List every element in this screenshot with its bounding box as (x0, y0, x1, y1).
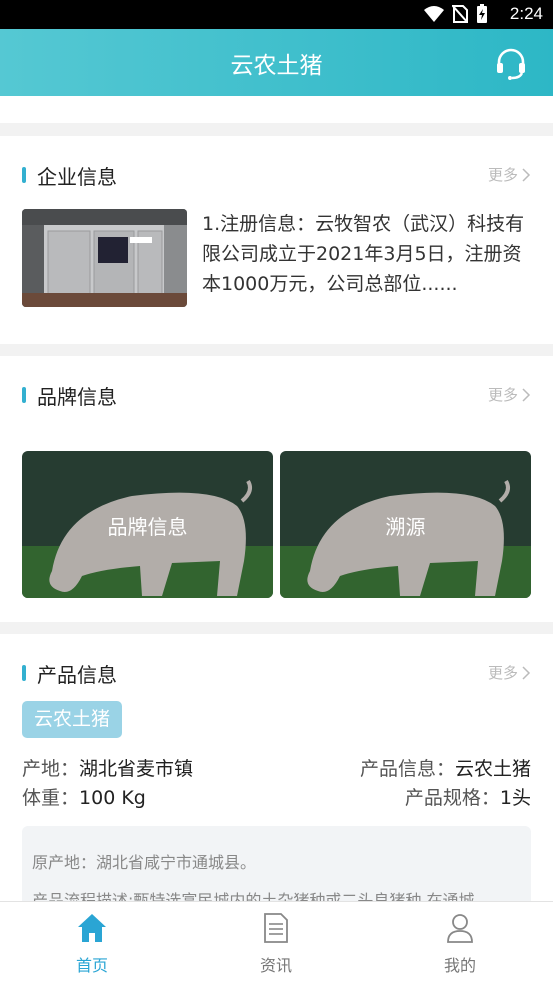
enterprise-header: 企业信息 更多 (22, 161, 531, 191)
chevron-right-icon (522, 387, 531, 402)
news-icon (264, 913, 288, 943)
more-label: 更多 (487, 166, 518, 184)
trace-tile[interactable]: 溯源 (280, 451, 531, 598)
chevron-right-icon (522, 665, 531, 680)
product-info-row: 产地：湖北省麦市镇 产品信息：云农土猪 (22, 754, 531, 781)
tab-label: 首页 (75, 956, 108, 975)
spec-field: 产品规格：1头 (405, 783, 531, 810)
product-title: 产品信息 (37, 663, 117, 687)
chevron-right-icon (522, 167, 531, 182)
app-header: 云农土猪 (0, 29, 553, 96)
enterprise-summary[interactable]: 1.注册信息：云牧智农（武汉）科技有限公司成立于2021年3月5日，注册资本10… (202, 209, 532, 299)
home-icon (78, 914, 106, 942)
section-marker (22, 387, 26, 403)
status-time: 2:24 (509, 4, 543, 23)
weight-value: 100 Kg (79, 787, 146, 809)
product-info-label: 产品信息： (359, 758, 455, 780)
brand-info-tile[interactable]: 品牌信息 (22, 451, 273, 598)
more-label: 更多 (487, 386, 518, 404)
enterprise-image[interactable] (22, 209, 187, 307)
bottom-tab-bar: 首页 资讯 我的 (0, 901, 553, 983)
origin-value: 湖北省麦市镇 (79, 758, 194, 780)
tab-label: 资讯 (259, 956, 292, 975)
spec-value: 1头 (499, 787, 531, 809)
section-marker (22, 167, 26, 183)
user-icon (447, 914, 473, 943)
spec-label: 产品规格： (404, 787, 500, 809)
brand-header: 品牌信息 更多 (22, 381, 531, 411)
tab-label: 我的 (443, 956, 476, 975)
section-marker (22, 665, 26, 681)
enterprise-more-link[interactable]: 更多 (488, 164, 531, 185)
weight-label: 体重： (22, 787, 80, 809)
brand-title: 品牌信息 (37, 385, 117, 409)
brand-more-link[interactable]: 更多 (488, 384, 531, 405)
product-section: 产品信息 更多 云农土猪 产地：湖北省麦市镇 产品信息：云农土猪 体重：100 … (0, 634, 553, 901)
status-icons (424, 4, 488, 24)
more-label: 更多 (487, 664, 518, 682)
product-info-value: 云农土猪 (454, 758, 531, 780)
description-process: 产品流程描述:甄特选富民城内的土杂猪种或二头良猪种,在通城 (32, 891, 475, 901)
product-description: 原产地：湖北省咸宁市通城县。 产品流程描述:甄特选富民城内的土杂猪种或二头良猪种… (22, 826, 531, 901)
trace-tile-label: 溯源 (385, 515, 426, 539)
tab-profile[interactable]: 我的 (368, 902, 552, 983)
product-tag: 云农土猪 (22, 701, 123, 738)
product-more-link[interactable]: 更多 (488, 662, 531, 683)
tab-news[interactable]: 资讯 (184, 902, 368, 983)
status-bar: 2:24 (0, 0, 553, 29)
top-strip (0, 96, 553, 123)
brand-tile-label: 品牌信息 (107, 515, 188, 539)
enterprise-title: 企业信息 (37, 165, 117, 189)
headset-icon[interactable] (494, 46, 528, 80)
page-title: 云农土猪 (230, 53, 323, 79)
tab-home[interactable]: 首页 (0, 902, 184, 983)
no-sim-icon (452, 5, 468, 23)
wifi-icon (424, 6, 444, 22)
brand-section: 品牌信息 更多 品牌信息 溯源 (0, 356, 553, 622)
enterprise-section: 企业信息 更多 1.注册信息：云牧智农（武汉）科技有限公司成立于2021年3月5… (0, 136, 553, 344)
origin-label: 产地： (22, 758, 80, 780)
product-info-field: 产品信息：云农土猪 (360, 754, 531, 781)
product-header: 产品信息 更多 (22, 659, 531, 689)
product-info-row: 体重：100 Kg 产品规格：1头 (22, 783, 531, 810)
description-origin: 原产地：湖北省咸宁市通城县。 (32, 853, 257, 872)
content-scroll[interactable]: 企业信息 更多 1.注册信息：云牧智农（武汉）科技有限公司成立于2021年3月5… (0, 96, 553, 901)
battery-charging-icon (477, 4, 487, 23)
